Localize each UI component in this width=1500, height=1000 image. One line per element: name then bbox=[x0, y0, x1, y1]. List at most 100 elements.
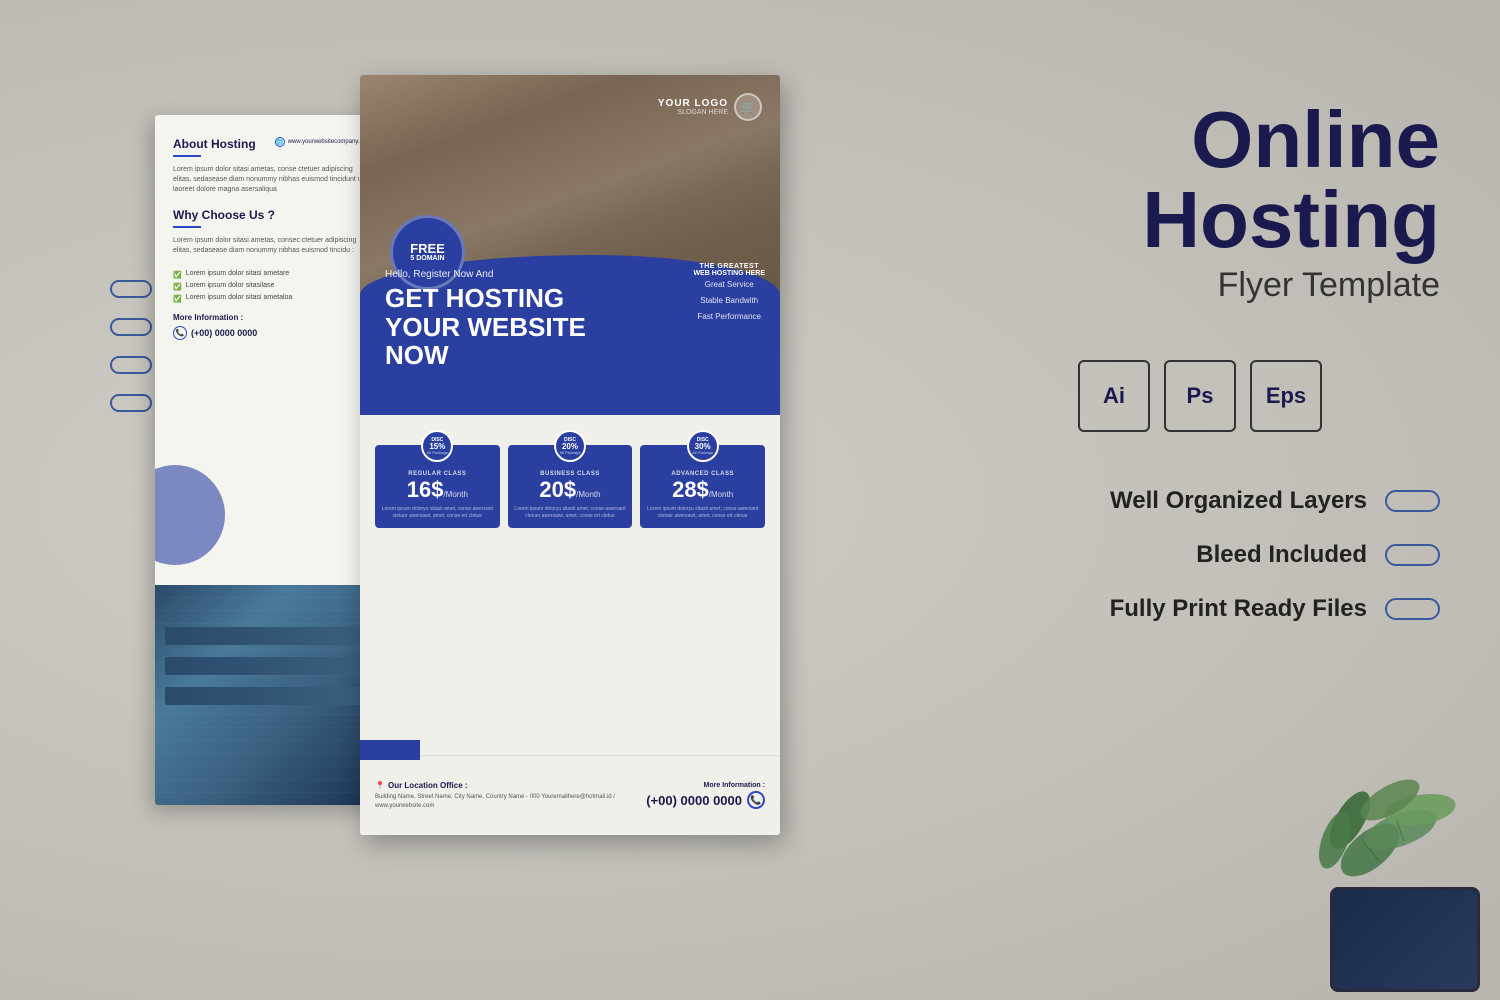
feature-item-1: Well Organized Layers bbox=[960, 487, 1440, 515]
card-desc-2: Lorem ipsum doloryu sitasti amet, conse … bbox=[514, 506, 627, 520]
footer-phone-number: (+00) 0000 0000 bbox=[646, 793, 742, 808]
format-badges: Ai Ps Eps bbox=[960, 360, 1440, 432]
logo-text: YOUR LOGO SLOGAN HERE bbox=[658, 98, 728, 116]
disc-sub-3: All Package bbox=[692, 451, 713, 455]
title-hosting: Hosting bbox=[960, 180, 1440, 260]
about-text: Lorem ipsum dolor sitasi ametas, conse c… bbox=[173, 165, 367, 194]
deco-line-2 bbox=[110, 318, 152, 336]
check-icon-1: ✅ bbox=[173, 271, 182, 279]
format-ai-label: Ai bbox=[1103, 383, 1125, 409]
plant-leaves-svg bbox=[1260, 720, 1480, 920]
right-tagline: THE GREATEST WEB HOSTING HERE Great Serv… bbox=[693, 263, 765, 325]
about-divider bbox=[173, 155, 201, 157]
server-unit-1 bbox=[165, 627, 375, 645]
disc-sub-2: All Package bbox=[559, 451, 580, 455]
check-text-2: Lorem ipsum dolor sitasilase bbox=[186, 282, 275, 289]
server-unit-2 bbox=[165, 657, 375, 675]
features-list: Well Organized Layers Bleed Included Ful… bbox=[960, 487, 1440, 623]
plant-decoration bbox=[1260, 780, 1480, 1000]
pricing-cards: DISC 15% All Package REGULAR CLASS 16$ /… bbox=[375, 437, 765, 528]
price-3: 28$ bbox=[672, 479, 709, 501]
why-text: Lorem ipsum dolor sitasi ametas, consec … bbox=[173, 236, 367, 256]
period-2: /Month bbox=[576, 490, 600, 499]
phone-line: 📞 (+00) 0000 0000 bbox=[173, 326, 367, 340]
feature-item-3: Fully Print Ready Files bbox=[960, 595, 1440, 623]
footer-phone: (+00) 0000 0000 📞 bbox=[646, 791, 765, 809]
pricing-card-2: DISC 20% All Package BUSINESS CLASS 20$ … bbox=[508, 445, 633, 528]
pin-icon: 📍 bbox=[375, 781, 385, 790]
heading-line1: GET HOSTING bbox=[385, 284, 630, 313]
deco-line-4 bbox=[110, 394, 152, 412]
pricing-area: DISC 15% All Package REGULAR CLASS 16$ /… bbox=[360, 415, 780, 528]
pricing-card-1: DISC 15% All Package REGULAR CLASS 16$ /… bbox=[375, 445, 500, 528]
format-badge-ai: Ai bbox=[1078, 360, 1150, 432]
domain-text: 5 DOMAIN bbox=[410, 255, 444, 263]
card-desc-3: Lorem ipsum doloryu sitasti amet, conse … bbox=[646, 506, 759, 520]
feature-label-1: Well Organized Layers bbox=[1110, 487, 1367, 515]
feature-item-2: Bleed Included bbox=[960, 541, 1440, 569]
check-icon-3: ✅ bbox=[173, 295, 182, 303]
footer-location: 📍 Our Location Office : Building Name, S… bbox=[375, 781, 646, 811]
location-address: Building Name, Street Name, City Name, C… bbox=[375, 793, 646, 811]
check-text-1: Lorem ipsum dolor sitasi ametare bbox=[186, 270, 290, 277]
back-flyer: 🌐 www.yourwebsitecompany.com About Hosti… bbox=[155, 115, 385, 805]
deco-line-3 bbox=[110, 356, 152, 374]
disc-badge-3: DISC 30% All Package bbox=[687, 430, 719, 462]
check-text-3: Lorem ipsum dolor sitasi ametaloa bbox=[186, 294, 293, 301]
price-display-1: 16$ /Month bbox=[381, 479, 494, 501]
feature-line-3 bbox=[1385, 598, 1440, 620]
check-icon-2: ✅ bbox=[173, 283, 182, 291]
period-1: /Month bbox=[443, 490, 467, 499]
free-text: FREE bbox=[410, 242, 445, 255]
feature-line-2 bbox=[1385, 544, 1440, 566]
logo-slogan: SLOGAN HERE bbox=[677, 109, 728, 116]
more-info-label: More Information : bbox=[173, 313, 367, 322]
check-item-1: ✅ Lorem ipsum dolor sitasi ametare bbox=[173, 270, 367, 279]
footer-contact: More Information : (+00) 0000 0000 📞 bbox=[646, 782, 765, 809]
format-badge-eps: Eps bbox=[1250, 360, 1322, 432]
subtitle-flyer-template: Flyer Template bbox=[960, 266, 1440, 305]
feature-label-3: Fully Print Ready Files bbox=[1110, 595, 1367, 623]
why-choose-title: Why Choose Us ? bbox=[173, 208, 367, 222]
web-hosting-label: WEB HOSTING HERE bbox=[693, 270, 765, 277]
format-ps-label: Ps bbox=[1187, 383, 1214, 409]
check-item-2: ✅ Lorem ipsum dolor sitasilase bbox=[173, 282, 367, 291]
page-wrapper: 🌐 www.yourwebsitecompany.com About Hosti… bbox=[0, 0, 1500, 1000]
phone-icon: 📞 bbox=[173, 326, 187, 340]
footer-phone-icon: 📞 bbox=[747, 791, 765, 809]
disc-badge-2: DISC 20% All Package bbox=[554, 430, 586, 462]
why-divider bbox=[173, 226, 201, 228]
check-item-3: ✅ Lorem ipsum dolor sitasi ametaloa bbox=[173, 294, 367, 303]
services-list: Great Service Stable Bandwith Fast Perfo… bbox=[693, 277, 765, 325]
price-1: 16$ bbox=[407, 479, 444, 501]
disc-sub-1: All Package bbox=[427, 451, 448, 455]
check-items: ✅ Lorem ipsum dolor sitasi ametare ✅ Lor… bbox=[173, 270, 367, 303]
service-2: Stable Bandwith bbox=[693, 293, 765, 309]
flyer-heading-area: Hello, Register Now And GET HOSTING YOUR… bbox=[385, 269, 630, 370]
server-image bbox=[155, 585, 385, 805]
feature-label-2: Bleed Included bbox=[1196, 541, 1367, 569]
blue-curve-deco bbox=[155, 465, 225, 565]
price-2: 20$ bbox=[539, 479, 576, 501]
title-online: Online bbox=[960, 100, 1440, 180]
flyer-top-image: YOUR LOGO SLOGAN HERE 🛒 FREE 5 DOMAIN He… bbox=[360, 75, 780, 415]
deco-line-1 bbox=[110, 280, 152, 298]
service-1: Great Service bbox=[693, 277, 765, 293]
blue-accent-corner bbox=[360, 740, 420, 760]
greatest-label: THE GREATEST bbox=[693, 263, 765, 270]
disc-badge-1: DISC 15% All Package bbox=[421, 430, 453, 462]
flyer-footer: 📍 Our Location Office : Building Name, S… bbox=[360, 755, 780, 835]
location-label: Our Location Office : bbox=[388, 781, 468, 790]
front-flyer: YOUR LOGO SLOGAN HERE 🛒 FREE 5 DOMAIN He… bbox=[360, 75, 780, 835]
logo-icon: 🛒 bbox=[734, 93, 762, 121]
period-3: /Month bbox=[709, 490, 733, 499]
feature-line-1 bbox=[1385, 490, 1440, 512]
website-url: 🌐 www.yourwebsitecompany.com bbox=[275, 137, 371, 147]
main-title-area: Online Hosting Flyer Template bbox=[960, 100, 1440, 305]
price-display-3: 28$ /Month bbox=[646, 479, 759, 501]
footer-more-info: More Information : bbox=[646, 782, 765, 789]
globe-icon: 🌐 bbox=[275, 137, 285, 147]
service-3: Fast Performance bbox=[693, 309, 765, 325]
register-text: Hello, Register Now And bbox=[385, 269, 630, 280]
heading-line2: YOUR WEBSITE NOW bbox=[385, 313, 630, 370]
